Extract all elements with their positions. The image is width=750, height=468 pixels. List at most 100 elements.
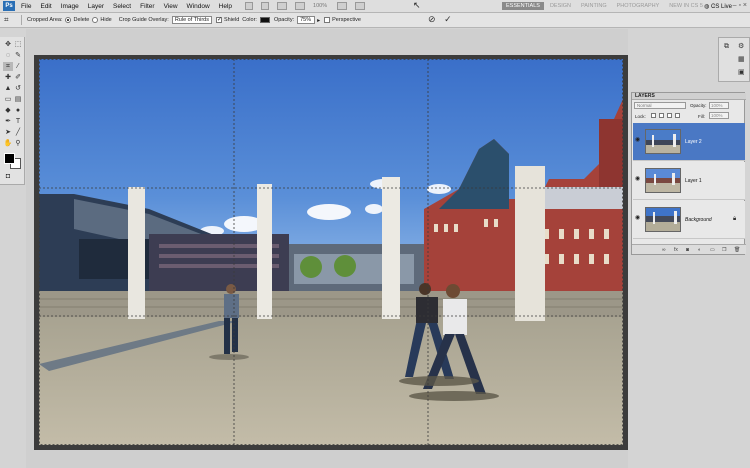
new-group-icon[interactable]: ▭ bbox=[710, 247, 715, 253]
eye-icon[interactable]: ◉ bbox=[635, 215, 641, 221]
eye-icon[interactable]: ◉ bbox=[635, 137, 641, 143]
eye-icon[interactable]: ◉ bbox=[635, 176, 641, 182]
photoshop-logo-icon: Ps bbox=[3, 1, 15, 11]
layer-row[interactable]: ◉ Background 🔒︎ bbox=[633, 201, 745, 239]
delete-label: Delete bbox=[73, 17, 90, 23]
window-controls[interactable]: – ▫ × bbox=[733, 2, 747, 9]
healing-brush-tool-icon[interactable]: ✚ bbox=[3, 73, 13, 82]
blend-mode-select[interactable]: Normal bbox=[634, 102, 686, 109]
mouse-cursor-icon: ↖ bbox=[413, 0, 421, 10]
history-brush-tool-icon[interactable]: ↺ bbox=[13, 84, 23, 93]
perspective-checkbox[interactable] bbox=[324, 17, 331, 23]
adjustments-panel-icon[interactable]: ▦ bbox=[738, 56, 746, 63]
delete-layer-icon[interactable]: 🗑︎ bbox=[734, 247, 740, 253]
actions-panel-icon[interactable]: ⚙ bbox=[738, 43, 746, 50]
cs-live-label: CS Live bbox=[710, 4, 732, 10]
layers-tab-label: LAYERS bbox=[635, 93, 655, 99]
commit-crop-icon[interactable]: ✓ bbox=[444, 14, 452, 24]
path-selection-tool-icon[interactable]: ➤ bbox=[3, 128, 13, 137]
mini-bridge-button[interactable] bbox=[261, 2, 270, 10]
layer-thumbnail bbox=[645, 207, 681, 232]
menu-file[interactable]: File bbox=[21, 3, 31, 10]
clone-stamp-tool-icon[interactable]: ▲ bbox=[3, 84, 13, 93]
workspace-design[interactable]: DESIGN bbox=[546, 2, 575, 10]
menu-edit[interactable]: Edit bbox=[40, 3, 51, 10]
shield-color-swatch[interactable] bbox=[259, 17, 270, 23]
shape-tool-icon[interactable]: ╱ bbox=[13, 128, 23, 137]
zoom-tool-icon[interactable]: ⚲ bbox=[13, 139, 23, 148]
view-extras-button[interactable] bbox=[277, 2, 288, 10]
cs-live-button[interactable]: ◍ CS Live bbox=[704, 3, 732, 10]
lock-transparency-icon[interactable] bbox=[651, 113, 656, 118]
quick-mask-icon[interactable]: ◘ bbox=[3, 172, 13, 181]
foreground-color-swatch[interactable] bbox=[4, 153, 15, 164]
styles-panel-icon[interactable]: ▣ bbox=[738, 69, 746, 76]
layer-thumbnail-image bbox=[646, 130, 680, 153]
history-panel-icon[interactable]: ⧉ bbox=[724, 43, 732, 50]
cancel-crop-icon[interactable]: ⊘ bbox=[428, 14, 436, 24]
layer-style-icon[interactable]: fx bbox=[674, 247, 678, 253]
type-tool-icon[interactable]: T bbox=[13, 117, 23, 126]
overlay-select[interactable]: Rule of Thirds bbox=[171, 16, 212, 24]
menu-window[interactable]: Window bbox=[187, 3, 210, 10]
workspace-painting[interactable]: PAINTING bbox=[577, 2, 611, 10]
cropped-area-label: Cropped Area: bbox=[27, 17, 63, 23]
layer-opacity-label: Opacity: bbox=[690, 103, 707, 108]
brush-tool-icon[interactable]: ✐ bbox=[13, 73, 23, 82]
layer-opacity-input[interactable]: 100% bbox=[709, 102, 729, 109]
document-canvas[interactable] bbox=[39, 59, 623, 445]
workspace-photography[interactable]: PHOTOGRAPHY bbox=[613, 2, 664, 10]
bridge-button[interactable] bbox=[245, 2, 254, 10]
crop-tool-icon[interactable]: ⌗ bbox=[3, 62, 13, 71]
link-layers-icon[interactable]: ∞ bbox=[662, 247, 666, 253]
workspace-essentials[interactable]: ESSENTIALS bbox=[502, 2, 544, 10]
layer-row[interactable]: ◉ Layer 2 bbox=[633, 123, 745, 161]
tools-panel: ✥ ⬚ ◌ ✎ ⌗ ⁄ ✚ ✐ ▲ ↺ ▭ ▤ ◆ ● ✒ T ➤ ╱ ✋ ⚲ … bbox=[0, 37, 25, 185]
quick-select-tool-icon[interactable]: ✎ bbox=[13, 51, 23, 60]
opacity-input[interactable]: 75% bbox=[297, 16, 316, 24]
hand-tool-icon[interactable]: ✋ bbox=[3, 139, 13, 148]
crop-tool-preset-icon[interactable]: ⌗ bbox=[4, 15, 16, 25]
new-layer-icon[interactable]: ❐ bbox=[722, 247, 726, 253]
menu-select[interactable]: Select bbox=[113, 3, 131, 10]
adjustment-layer-icon[interactable]: ◐ bbox=[698, 247, 701, 253]
arrange-documents-button[interactable] bbox=[337, 2, 348, 10]
lock-all-icon[interactable] bbox=[675, 113, 680, 118]
overlay-label: Crop Guide Overlay: bbox=[118, 17, 169, 23]
gradient-tool-icon[interactable]: ▤ bbox=[13, 95, 23, 104]
hide-radio[interactable] bbox=[92, 17, 99, 23]
layers-blend-row: Normal Opacity: 100% bbox=[634, 102, 744, 110]
pen-tool-icon[interactable]: ✒ bbox=[3, 117, 13, 126]
layer-row[interactable]: ◉ Layer 1 bbox=[633, 162, 745, 200]
menu-filter[interactable]: Filter bbox=[140, 3, 154, 10]
opacity-arrow-icon[interactable]: ▸ bbox=[317, 17, 320, 24]
move-tool-icon[interactable]: ✥ bbox=[3, 40, 13, 49]
menu-image[interactable]: Image bbox=[61, 3, 79, 10]
delete-radio[interactable] bbox=[65, 17, 72, 23]
menu-layer[interactable]: Layer bbox=[88, 3, 104, 10]
menu-help[interactable]: Help bbox=[219, 3, 232, 10]
hand-tool-button[interactable] bbox=[295, 2, 306, 10]
divider bbox=[21, 15, 22, 25]
shield-checkbox[interactable]: ✓ bbox=[215, 17, 222, 23]
background-lock-icon: 🔒︎ bbox=[733, 216, 737, 222]
menu-view[interactable]: View bbox=[164, 3, 178, 10]
eraser-tool-icon[interactable]: ▭ bbox=[3, 95, 13, 104]
lock-pixels-icon[interactable] bbox=[659, 113, 664, 118]
layer-name: Layer 1 bbox=[685, 178, 702, 184]
lock-position-icon[interactable] bbox=[667, 113, 672, 118]
screen-mode-button[interactable] bbox=[355, 2, 366, 10]
layer-thumbnail-image bbox=[646, 208, 680, 231]
lasso-tool-icon[interactable]: ◌ bbox=[3, 51, 13, 60]
lock-label: Lock: bbox=[635, 114, 646, 119]
zoom-level[interactable]: 100% bbox=[313, 3, 327, 9]
crop-commit-controls: ⊘ ✓ bbox=[428, 14, 452, 25]
dodge-tool-icon[interactable]: ● bbox=[13, 106, 23, 115]
eyedropper-tool-icon[interactable]: ⁄ bbox=[13, 62, 23, 71]
layers-panel-tab[interactable]: LAYERS bbox=[632, 93, 746, 100]
fill-input[interactable]: 100% bbox=[709, 112, 729, 119]
layer-mask-icon[interactable]: ◙ bbox=[686, 247, 689, 253]
marquee-tool-icon[interactable]: ⬚ bbox=[13, 40, 23, 49]
blur-tool-icon[interactable]: ◆ bbox=[3, 106, 13, 115]
workspace-new-in-cs5[interactable]: NEW IN CS 5 bbox=[665, 2, 707, 10]
